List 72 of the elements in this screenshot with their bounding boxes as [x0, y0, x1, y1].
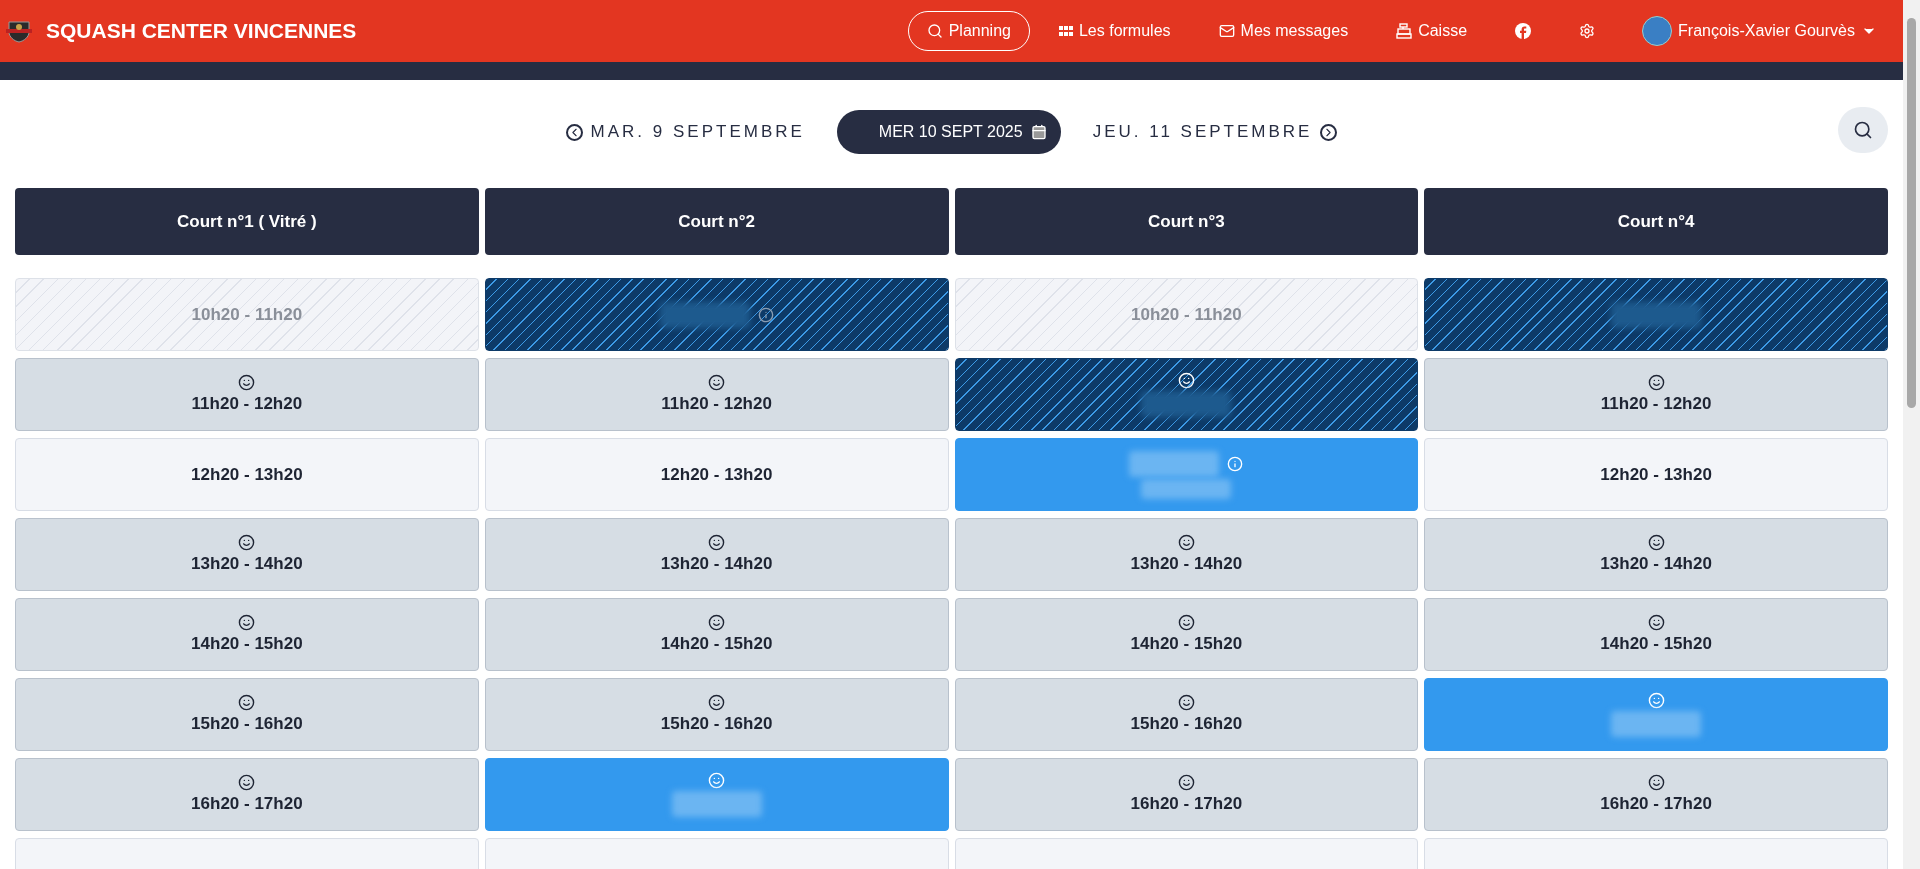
time-slot[interactable]: 16h20 - 17h20 [954, 758, 1419, 831]
time-slot[interactable]: 15h20 - 16h20 [484, 678, 949, 751]
time-range: 13h20 - 14h20 [660, 553, 773, 575]
time-range: 15h20 - 16h20 [191, 713, 303, 735]
time-slot[interactable]: 15h20 - 16h20 [954, 678, 1419, 751]
grid-icon [1058, 26, 1073, 36]
time-range: 16h20 - 17h20 [191, 793, 303, 815]
avatar [1642, 16, 1673, 46]
chevron-right-icon [1320, 123, 1338, 141]
time-slot[interactable]: 13h20 - 14h20 [484, 518, 949, 591]
time-range: 16h20 - 17h20 [1130, 793, 1243, 815]
search-icon [1853, 120, 1873, 140]
nav-link[interactable]: Mes messages [1199, 11, 1368, 51]
time-range: 10h20 - 11h20 [1131, 303, 1242, 326]
time-slot[interactable] [954, 358, 1419, 431]
search-icon [926, 23, 943, 39]
time-range: 11h20 - 12h20 [661, 393, 772, 415]
club-name: SQUASH CENTER VINCENNES [46, 18, 357, 45]
scrollbar[interactable] [1903, 0, 1920, 869]
time-slot[interactable]: 13h20 - 14h20 [15, 518, 479, 591]
chevron-left-icon [565, 123, 583, 141]
time-range: 13h20 - 14h20 [1130, 553, 1243, 575]
calendar-icon [1030, 124, 1047, 140]
club-logo-icon [6, 19, 32, 43]
time-slot[interactable]: 15h20 - 16h20 [15, 678, 479, 751]
cash-register-icon [1396, 23, 1413, 39]
court-header: Court n°4 [1424, 188, 1888, 255]
time-range: 14h20 - 15h20 [660, 633, 773, 655]
time-slot[interactable]: 14h20 - 15h20 [954, 598, 1419, 671]
time-slot[interactable]: 16h20 - 17h20 [15, 758, 479, 831]
court-header: Court n°3 [954, 188, 1419, 255]
court-header: Court n°2 [484, 188, 949, 255]
time-range: 14h20 - 15h20 [1130, 633, 1243, 655]
time-range: 12h20 - 13h20 [1600, 463, 1712, 486]
time-slot[interactable]: 11h20 - 12h20 [484, 358, 949, 431]
time-slot[interactable] [1424, 278, 1888, 351]
time-slot[interactable]: 16h20 - 17h20 [1424, 758, 1888, 831]
settings-icon [1579, 23, 1596, 39]
time-slot[interactable]: 14h20 - 15h20 [484, 598, 949, 671]
time-slot[interactable] [484, 278, 949, 351]
time-range: 15h20 - 16h20 [660, 713, 773, 735]
search-button[interactable] [1838, 107, 1888, 153]
user-menu[interactable]: François-Xavier Gourvès [1624, 16, 1897, 46]
time-range: 11h20 - 12h20 [1600, 393, 1712, 415]
time-range: 16h20 - 17h20 [1600, 793, 1712, 815]
previous-day-link[interactable]: MAR. 9 SEPTEMBRE [565, 119, 805, 145]
time-slot[interactable]: 12h20 - 13h20 [1424, 438, 1888, 511]
time-slot[interactable]: 13h20 - 14h20 [1424, 518, 1888, 591]
time-range: 14h20 - 15h20 [1600, 633, 1712, 655]
time-slot[interactable]: 12h20 - 13h20 [15, 438, 479, 511]
facebook-icon [1515, 23, 1532, 39]
next-day-link[interactable]: JEU. 11 SEPTEMBRE [1092, 119, 1338, 145]
time-range: 14h20 - 15h20 [191, 633, 303, 655]
time-slot[interactable]: 12h20 - 13h20 [484, 438, 949, 511]
nav-link[interactable]: Caisse [1377, 11, 1487, 51]
time-range: 12h20 - 13h20 [191, 463, 303, 486]
scrollbar-thumb[interactable] [1907, 18, 1916, 408]
time-range: 12h20 - 13h20 [660, 463, 773, 486]
court-header: Court n°1 ( Vitré ) [15, 188, 479, 255]
time-slot[interactable]: 11h20 - 12h20 [15, 358, 479, 431]
time-slot[interactable]: 11h20 - 12h20 [1424, 358, 1888, 431]
nav-link[interactable]: Les formules [1039, 11, 1190, 51]
mail-icon [1218, 23, 1235, 39]
time-range: 13h20 - 14h20 [191, 553, 303, 575]
date-picker[interactable]: MER 10 SEPT 2025 [836, 110, 1061, 154]
time-range: 13h20 - 14h20 [1600, 553, 1712, 575]
time-slot[interactable]: 14h20 - 15h20 [15, 598, 479, 671]
time-range: 11h20 - 12h20 [191, 393, 303, 415]
time-slot[interactable]: 13h20 - 14h20 [954, 518, 1419, 591]
time-range: 10h20 - 11h20 [191, 303, 303, 326]
time-slot[interactable]: 14h20 - 15h20 [1424, 598, 1888, 671]
time-range: 15h20 - 16h20 [1130, 713, 1243, 735]
